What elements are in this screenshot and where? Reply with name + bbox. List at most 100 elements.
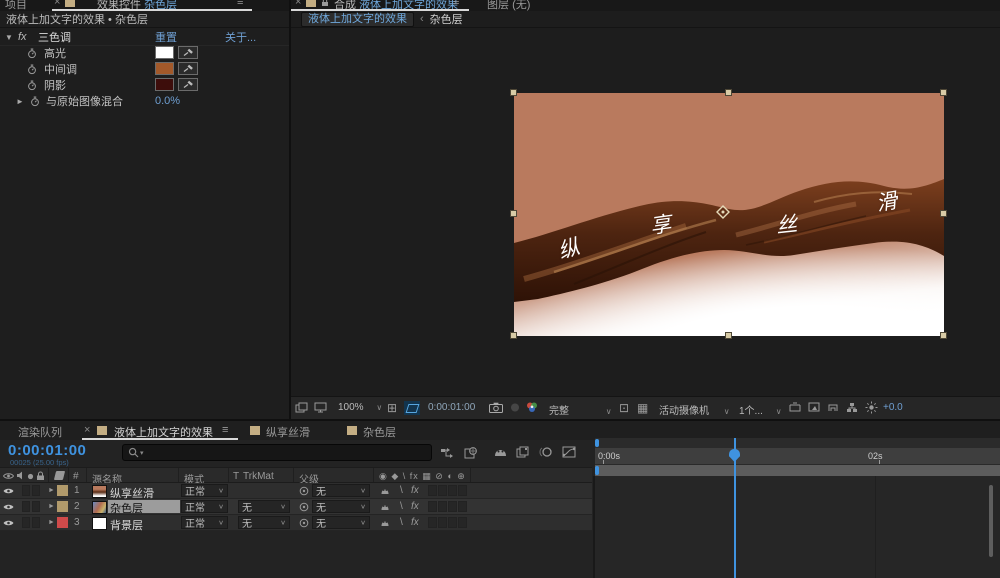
view-layout-dropdown[interactable]: 1个... ∨ [739, 402, 782, 417]
close-icon[interactable]: × [295, 0, 301, 8]
stopwatch-icon[interactable] [27, 64, 37, 75]
panel-menu-icon[interactable]: ≡ [222, 424, 228, 436]
eyedropper-icon[interactable] [178, 78, 198, 91]
blend-mode-dropdown[interactable]: 正常 ∨ [181, 500, 228, 514]
selection-handle[interactable] [725, 89, 732, 96]
panel-divider-horizontal[interactable] [0, 419, 1000, 421]
expander-open-icon[interactable]: ▼ [5, 33, 13, 42]
current-timecode[interactable]: 0:00:01:00 [8, 442, 86, 459]
layer-name[interactable]: 背景层 [110, 517, 143, 533]
switch-cell[interactable] [458, 517, 467, 528]
pixel-aspect-icon[interactable]: ▦ [637, 401, 648, 415]
composition-canvas[interactable]: 纵 享 丝 滑 [510, 89, 947, 339]
show-channel-icon[interactable] [525, 401, 539, 414]
reset-link[interactable]: 重置 [155, 29, 177, 45]
switch-cell[interactable] [448, 485, 457, 496]
about-link[interactable]: 关于... [225, 29, 256, 45]
motion-blur-icon[interactable] [539, 446, 553, 458]
expander-closed-icon[interactable]: ► [48, 487, 55, 494]
parent-dropdown[interactable]: 无 ∨ [312, 500, 370, 514]
always-preview-icon[interactable] [295, 402, 308, 413]
switch-cell[interactable] [458, 501, 467, 512]
expander-closed-icon[interactable]: ► [48, 503, 55, 510]
quality-switch[interactable]: \ [400, 517, 403, 528]
audio-cell[interactable] [22, 485, 30, 496]
search-input[interactable]: ▾ [122, 444, 432, 461]
parent-dropdown[interactable]: 无 ∨ [312, 516, 370, 530]
hide-shy-layers-icon[interactable] [493, 446, 508, 458]
layer-label-color[interactable] [57, 501, 68, 512]
switch-cell[interactable] [438, 485, 447, 496]
selection-handle[interactable] [510, 210, 517, 217]
shy-switch-icon[interactable] [380, 502, 390, 511]
work-area-start-handle[interactable] [595, 466, 599, 475]
stopwatch-icon[interactable] [30, 96, 40, 107]
pickwhip-icon[interactable] [299, 518, 309, 528]
switch-cell[interactable] [438, 517, 447, 528]
audio-cell[interactable] [22, 501, 30, 512]
eye-icon[interactable] [3, 503, 14, 511]
trkmat-dropdown[interactable]: 无 ∨ [238, 500, 290, 514]
parent-dropdown[interactable]: 无 ∨ [312, 484, 370, 498]
shy-switch-icon[interactable] [380, 486, 390, 495]
layer-row-1[interactable]: ► 1 纵享丝滑 正常 ∨ 无 ∨ \ fx [0, 483, 592, 500]
fx-switch[interactable]: fx [411, 517, 419, 528]
eyedropper-icon[interactable] [178, 62, 198, 75]
panel-divider-vertical[interactable] [289, 0, 291, 419]
quality-switch[interactable]: \ [400, 501, 403, 512]
viewer-timecode[interactable]: 0:00:01:00 [428, 402, 475, 413]
switch-cell[interactable] [428, 485, 437, 496]
lock-cell[interactable] [32, 517, 40, 528]
lock-icon[interactable] [321, 0, 329, 7]
graph-editor-icon[interactable] [562, 446, 576, 458]
switch-cell[interactable] [458, 485, 467, 496]
close-icon[interactable]: × [84, 424, 90, 436]
draft-3d-icon[interactable] [464, 446, 478, 459]
blend-mode-dropdown[interactable]: 正常 ∨ [181, 484, 228, 498]
selection-handle[interactable] [510, 332, 517, 339]
selection-handle[interactable] [510, 89, 517, 96]
switch-cell[interactable] [428, 517, 437, 528]
fx-switch[interactable]: fx [411, 501, 419, 512]
layer-label-color[interactable] [57, 517, 68, 528]
resolution-dropdown[interactable]: 完整 ∨ [549, 402, 612, 417]
effect-name[interactable]: 三色调 [38, 29, 71, 45]
fx-switch[interactable]: fx [411, 485, 419, 496]
expander-closed-icon[interactable]: ► [16, 97, 24, 106]
tab-render-queue[interactable]: 渲染队列 [18, 424, 62, 440]
tab-project[interactable]: 项目 [5, 0, 27, 11]
layer-row-2[interactable]: ► 2 杂色层 正常 ∨ 无 ∨ 无 ∨ \ fx [0, 499, 592, 515]
shadow-color-swatch[interactable] [155, 78, 174, 91]
frame-blending-icon[interactable] [516, 446, 530, 458]
show-snapshot-icon[interactable] [509, 402, 521, 413]
reset-exposure-icon[interactable] [865, 401, 878, 414]
main-monitor-icon[interactable] [314, 402, 327, 413]
highlight-color-swatch[interactable] [155, 46, 174, 59]
close-icon[interactable]: × [54, 0, 60, 8]
blend-mode-dropdown[interactable]: 正常 ∨ [181, 516, 228, 530]
vertical-scrollbar[interactable] [989, 485, 993, 557]
layer-row-3[interactable]: ► 3 背景层 正常 ∨ 无 ∨ 无 ∨ \ fx [0, 515, 592, 533]
blend-value[interactable]: 0.0% [155, 95, 180, 107]
trkmat-column-header[interactable]: TrkMat [243, 471, 274, 482]
region-of-interest-icon[interactable]: ⊡ [619, 401, 629, 415]
layer-name-selected[interactable]: 杂色层 [108, 500, 180, 515]
stopwatch-icon[interactable] [27, 48, 37, 59]
eyedropper-icon[interactable] [178, 46, 198, 59]
breadcrumb-layer[interactable]: 杂色层 [430, 11, 463, 27]
transparency-grid-icon[interactable] [404, 401, 420, 415]
eye-icon[interactable] [3, 487, 14, 495]
tab-layer[interactable]: 图层 (无) [487, 0, 530, 11]
exposure-value[interactable]: +0.0 [883, 402, 903, 413]
selection-handle[interactable] [940, 210, 947, 217]
switch-cell[interactable] [448, 501, 457, 512]
selection-handle[interactable] [940, 332, 947, 339]
switch-cell[interactable] [448, 517, 457, 528]
view-camera-dropdown[interactable]: 活动摄像机 ∨ [659, 402, 730, 417]
anchor-point-icon[interactable] [716, 205, 730, 219]
eye-icon[interactable] [3, 519, 14, 527]
stopwatch-icon[interactable] [27, 80, 37, 91]
tab-comp-2[interactable]: 纵享丝滑 [266, 424, 310, 440]
pickwhip-icon[interactable] [299, 486, 309, 496]
lock-cell[interactable] [32, 485, 40, 496]
